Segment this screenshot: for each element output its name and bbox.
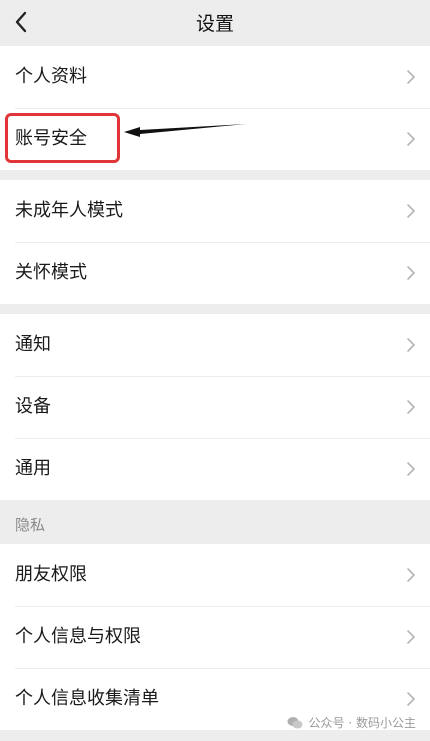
settings-item-label: 未成年人模式 [15, 200, 123, 221]
watermark: 公众号 · 数码小公主 [287, 714, 416, 731]
settings-item-care-mode[interactable]: 关怀模式 [0, 242, 430, 304]
section-header-privacy: 隐私 [0, 500, 430, 544]
chevron-right-icon [407, 204, 415, 218]
settings-item-label: 个人信息收集清单 [15, 688, 159, 709]
chevron-right-icon [407, 462, 415, 476]
back-button[interactable] [4, 4, 40, 40]
settings-item-general[interactable]: 通用 [0, 438, 430, 500]
settings-item-label: 设备 [15, 396, 51, 417]
settings-item-notifications[interactable]: 通知 [0, 314, 430, 376]
settings-group-general: 通知 设备 通用 [0, 314, 430, 500]
chevron-right-icon [407, 338, 415, 352]
chevron-right-icon [407, 266, 415, 280]
settings-item-friend-permissions[interactable]: 朋友权限 [0, 544, 430, 606]
settings-item-label: 个人资料 [15, 66, 87, 87]
settings-screen: 设置 个人资料 账号安全 未成年人模式 关怀模式 通知 设备 通用 隐私 朋友权… [0, 0, 430, 741]
settings-group-privacy: 朋友权限 个人信息与权限 个人信息收集清单 [0, 544, 430, 730]
page-title: 设置 [195, 13, 234, 35]
settings-item-profile[interactable]: 个人资料 [0, 46, 430, 108]
settings-item-personal-info-permissions[interactable]: 个人信息与权限 [0, 606, 430, 668]
navigation-bar: 设置 [0, 0, 430, 44]
section-header-label: 隐私 [15, 516, 46, 534]
chevron-right-icon [407, 400, 415, 414]
settings-item-label: 个人信息与权限 [15, 626, 141, 647]
settings-item-label: 朋友权限 [15, 564, 87, 585]
chevron-right-icon [407, 630, 415, 644]
settings-item-label: 通知 [15, 334, 51, 355]
wechat-icon [287, 716, 303, 728]
chevron-right-icon [407, 692, 415, 706]
settings-item-label: 通用 [15, 458, 51, 479]
chevron-right-icon [407, 568, 415, 582]
chevron-right-icon [407, 132, 415, 146]
settings-group-profile: 个人资料 账号安全 [0, 46, 430, 170]
watermark-text: 公众号 · 数码小公主 [308, 716, 416, 730]
chevron-right-icon [407, 70, 415, 84]
settings-item-minor-mode[interactable]: 未成年人模式 [0, 180, 430, 242]
settings-item-devices[interactable]: 设备 [0, 376, 430, 438]
settings-item-label: 关怀模式 [15, 262, 87, 283]
chevron-left-icon [15, 11, 27, 33]
settings-item-account-security[interactable]: 账号安全 [0, 108, 430, 170]
settings-item-label: 账号安全 [15, 128, 87, 149]
settings-group-modes: 未成年人模式 关怀模式 [0, 180, 430, 304]
